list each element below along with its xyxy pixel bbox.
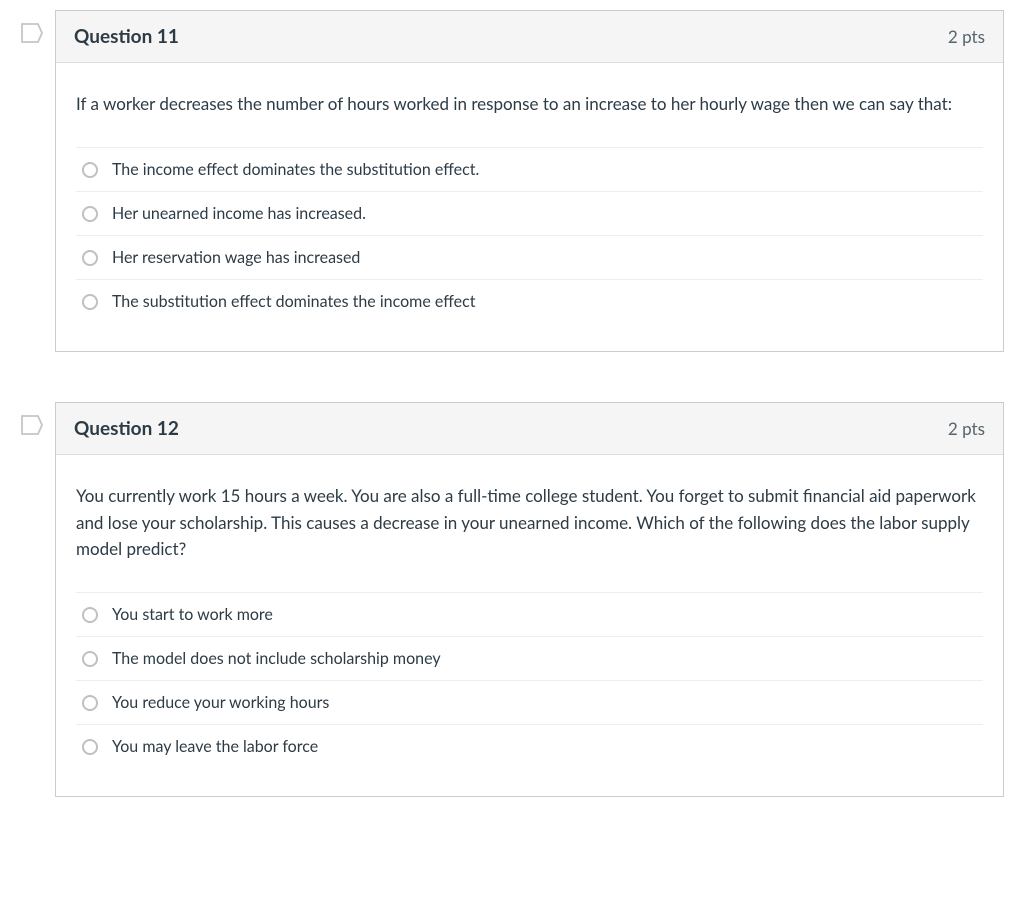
answer-row[interactable]: The income effect dominates the substitu… [76, 147, 983, 191]
question-body: If a worker decreases the number of hour… [56, 63, 1003, 351]
question-card: Question 12 2 pts You currently work 15 … [55, 402, 1004, 797]
question-header: Question 11 2 pts [56, 11, 1003, 63]
question-card: Question 11 2 pts If a worker decreases … [55, 10, 1004, 352]
flag-icon[interactable] [20, 22, 44, 44]
question-prompt: If a worker decreases the number of hour… [76, 91, 983, 117]
answer-label[interactable]: The substitution effect dominates the in… [112, 292, 475, 311]
radio-icon[interactable] [82, 695, 98, 711]
question-body: You currently work 15 hours a week. You … [56, 455, 1003, 796]
radio-icon[interactable] [82, 206, 98, 222]
radio-icon[interactable] [82, 607, 98, 623]
question-block: Question 12 2 pts You currently work 15 … [55, 402, 1004, 797]
answer-row[interactable]: You reduce your working hours [76, 680, 983, 724]
answer-row[interactable]: Her reservation wage has increased [76, 235, 983, 279]
answer-row[interactable]: The model does not include scholarship m… [76, 636, 983, 680]
answers-list: The income effect dominates the substitu… [76, 147, 983, 323]
radio-icon[interactable] [82, 294, 98, 310]
question-points: 2 pts [948, 418, 985, 439]
radio-icon[interactable] [82, 651, 98, 667]
answer-row[interactable]: You start to work more [76, 592, 983, 636]
radio-icon[interactable] [82, 162, 98, 178]
answer-row[interactable]: Her unearned income has increased. [76, 191, 983, 235]
radio-icon[interactable] [82, 739, 98, 755]
answer-row[interactable]: The substitution effect dominates the in… [76, 279, 983, 323]
flag-icon[interactable] [20, 414, 44, 436]
answer-label[interactable]: The income effect dominates the substitu… [112, 160, 479, 179]
question-title: Question 12 [74, 417, 179, 440]
answers-list: You start to work more The model does no… [76, 592, 983, 768]
answer-label[interactable]: You may leave the labor force [112, 737, 318, 756]
answer-label[interactable]: You reduce your working hours [112, 693, 329, 712]
question-title: Question 11 [74, 25, 179, 48]
question-block: Question 11 2 pts If a worker decreases … [55, 10, 1004, 352]
answer-label[interactable]: Her unearned income has increased. [112, 204, 366, 223]
question-prompt: You currently work 15 hours a week. You … [76, 483, 983, 562]
answer-label[interactable]: Her reservation wage has increased [112, 248, 360, 267]
answer-label[interactable]: You start to work more [112, 605, 273, 624]
question-header: Question 12 2 pts [56, 403, 1003, 455]
question-points: 2 pts [948, 26, 985, 47]
answer-label[interactable]: The model does not include scholarship m… [112, 649, 441, 668]
radio-icon[interactable] [82, 250, 98, 266]
answer-row[interactable]: You may leave the labor force [76, 724, 983, 768]
